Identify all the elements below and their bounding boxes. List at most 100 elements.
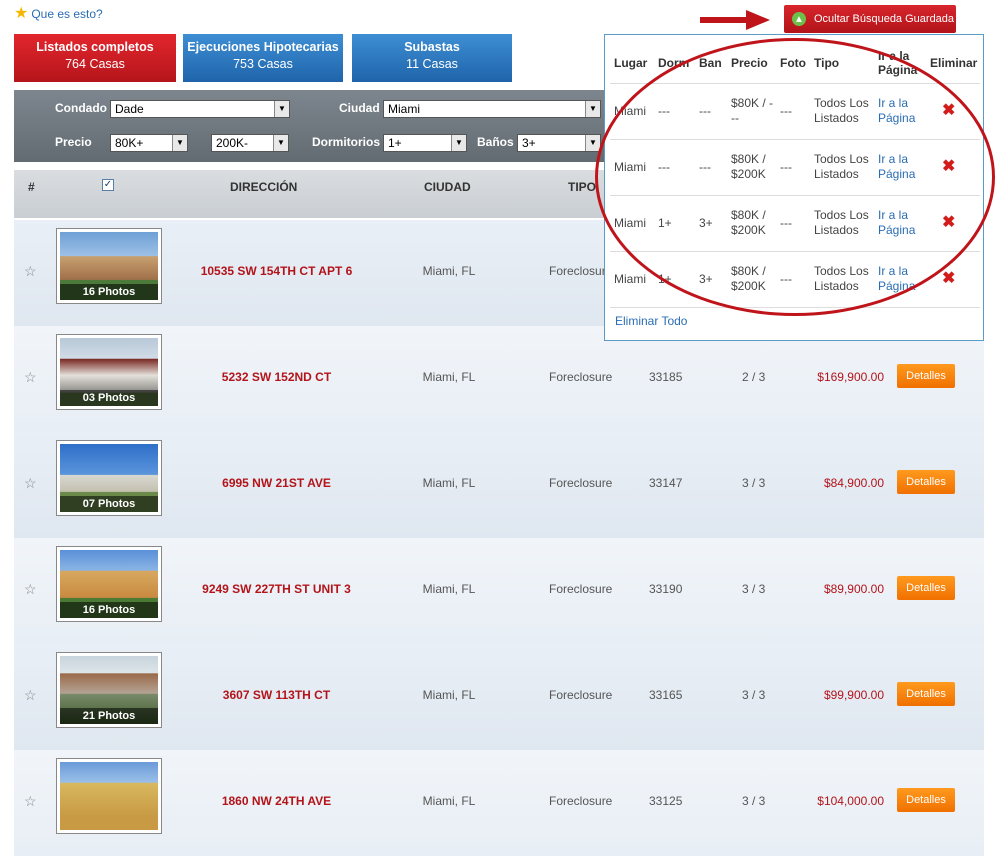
chevron-down-icon: ▼ [585, 135, 600, 151]
listing-type: Foreclosure [549, 794, 613, 808]
saved-foto: --- [776, 83, 810, 140]
star-outline-icon[interactable]: ☆ [24, 793, 37, 810]
help-link[interactable]: ★ Que es esto? [14, 6, 103, 22]
tab-ejecuciones-hipotecarias[interactable]: Ejecuciones Hipotecarias 753 Casas [183, 34, 343, 82]
header-tipo[interactable]: TIPO [568, 180, 596, 194]
chevron-down-icon: ▼ [172, 135, 187, 151]
go-to-page-link[interactable]: Ir a la Página [874, 83, 926, 140]
saved-precio: $80K / $200K [727, 251, 776, 308]
listing-city: Miami, FL [422, 688, 476, 702]
listing-thumbnail[interactable]: 16 Photos [56, 228, 162, 304]
star-outline-icon[interactable]: ☆ [24, 475, 37, 492]
hide-saved-search-button[interactable]: ▲ Ocultar Búsqueda Guardada [784, 5, 956, 33]
listing-type: Foreclosure [549, 370, 613, 384]
precio-min-select[interactable]: 80K+ ▼ [110, 134, 188, 152]
details-button[interactable]: Detalles [897, 576, 955, 600]
star-outline-icon[interactable]: ☆ [24, 581, 37, 598]
star-icon: ★ [14, 5, 29, 22]
delete-icon[interactable]: ✖ [942, 159, 955, 175]
listing-address[interactable]: 5232 SW 152ND CT [164, 370, 389, 384]
clear-all-link[interactable]: Eliminar Todo [615, 314, 687, 328]
banos-select[interactable]: 3+ ▼ [517, 134, 601, 152]
saved-header-dorm: Dorm [654, 43, 695, 84]
saved-tipo: Todos Los Listados [810, 83, 874, 140]
ciudad-select[interactable]: Miami ▼ [383, 100, 601, 118]
red-arrow-annotation [700, 10, 770, 30]
listing-thumbnail[interactable]: 07 Photos [56, 440, 162, 516]
tab-listados-completos[interactable]: Listados completos 764 Casas [14, 34, 176, 82]
delete-icon[interactable]: ✖ [942, 215, 955, 231]
listing-zip: 33185 [649, 370, 683, 384]
star-outline-icon[interactable]: ☆ [24, 687, 37, 704]
header-ciudad[interactable]: CIUDAD [424, 180, 471, 194]
saved-search-row: Miami --- --- $80K / --- --- Todos Los L… [610, 83, 980, 140]
listing-price: $104,000.00 [817, 794, 884, 808]
tab-count: 764 Casas [65, 57, 125, 71]
listing-thumbnail[interactable]: 03 Photos [56, 334, 162, 410]
saved-delete-cell: ✖ [926, 251, 980, 308]
go-to-page-link[interactable]: Ir a la Página [874, 195, 926, 252]
ciudad-label: Ciudad [339, 101, 380, 115]
header-direccion[interactable]: DIRECCIÓN [230, 180, 297, 194]
tab-count: 11 Casas [406, 57, 458, 71]
photo-count: 07 Photos [60, 496, 158, 512]
delete-icon[interactable]: ✖ [942, 103, 955, 119]
table-row: ☆ 1860 NW 24TH AVE Miami, FL Foreclosure… [14, 750, 984, 856]
star-outline-icon[interactable]: ☆ [24, 369, 37, 386]
listing-address[interactable]: 10535 SW 154TH CT APT 6 [164, 264, 389, 278]
saved-search-row: Miami 1+ 3+ $80K / $200K --- Todos Los L… [610, 195, 980, 252]
condado-select[interactable]: Dade ▼ [110, 100, 290, 118]
saved-ban: --- [695, 83, 727, 140]
go-to-page-link[interactable]: Ir a la Página [874, 139, 926, 196]
photo-count: 21 Photos [60, 708, 158, 724]
listing-address[interactable]: 3607 SW 113TH CT [164, 688, 389, 702]
saved-lugar: Miami [610, 195, 654, 252]
details-button[interactable]: Detalles [897, 788, 955, 812]
listing-thumbnail[interactable] [56, 758, 162, 834]
saved-header-lugar: Lugar [610, 43, 654, 84]
listing-address[interactable]: 1860 NW 24TH AVE [164, 794, 389, 808]
ciudad-value: Miami [388, 102, 420, 116]
listing-address[interactable]: 6995 NW 21ST AVE [164, 476, 389, 490]
precio-max-select[interactable]: 200K- ▼ [211, 134, 289, 152]
saved-header-ban: Ban [695, 43, 727, 84]
listing-address[interactable]: 9249 SW 227TH ST UNIT 3 [164, 582, 389, 596]
saved-precio: $80K / $200K [727, 195, 776, 252]
dormitorios-select[interactable]: 1+ ▼ [383, 134, 467, 152]
listing-bed-bath: 2 / 3 [742, 370, 766, 384]
delete-icon[interactable]: ✖ [942, 271, 955, 287]
tab-subastas[interactable]: Subastas 11 Casas [352, 34, 512, 82]
chevron-down-icon: ▼ [451, 135, 466, 151]
saved-tipo: Todos Los Listados [810, 139, 874, 196]
go-to-page-link[interactable]: Ir a la Página [874, 251, 926, 308]
saved-search-table: Lugar Dorm Ban Precio Foto Tipo Ir a la … [610, 43, 980, 308]
arrow-up-icon: ▲ [792, 12, 806, 26]
banos-label: Baños [477, 135, 514, 149]
saved-ban: 3+ [695, 251, 727, 308]
saved-lugar: Miami [610, 139, 654, 196]
saved-tipo: Todos Los Listados [810, 251, 874, 308]
saved-header-precio: Precio [727, 43, 776, 84]
details-button[interactable]: Detalles [897, 364, 955, 388]
saved-foto: --- [776, 139, 810, 196]
details-button[interactable]: Detalles [897, 470, 955, 494]
saved-delete-cell: ✖ [926, 83, 980, 140]
listing-type: Foreclosure [549, 264, 613, 278]
chevron-down-icon: ▼ [274, 101, 289, 117]
listing-city: Miami, FL [422, 582, 476, 596]
listing-price: $99,900.00 [823, 688, 884, 702]
listing-city: Miami, FL [422, 476, 476, 490]
listing-bed-bath: 3 / 3 [742, 794, 766, 808]
saved-dorm: 1+ [654, 251, 695, 308]
listing-zip: 33165 [649, 688, 683, 702]
saved-delete-cell: ✖ [926, 195, 980, 252]
saved-search-panel: Lugar Dorm Ban Precio Foto Tipo Ir a la … [604, 34, 984, 341]
listing-thumbnail[interactable]: 21 Photos [56, 652, 162, 728]
details-button[interactable]: Detalles [897, 682, 955, 706]
listing-thumbnail[interactable]: 16 Photos [56, 546, 162, 622]
select-all-checkbox[interactable]: ✓ [102, 179, 114, 191]
listing-price: $169,900.00 [817, 370, 884, 384]
table-row: ☆ 07 Photos 6995 NW 21ST AVE Miami, FL F… [14, 432, 984, 538]
saved-dorm: --- [654, 83, 695, 140]
star-outline-icon[interactable]: ☆ [24, 263, 37, 280]
